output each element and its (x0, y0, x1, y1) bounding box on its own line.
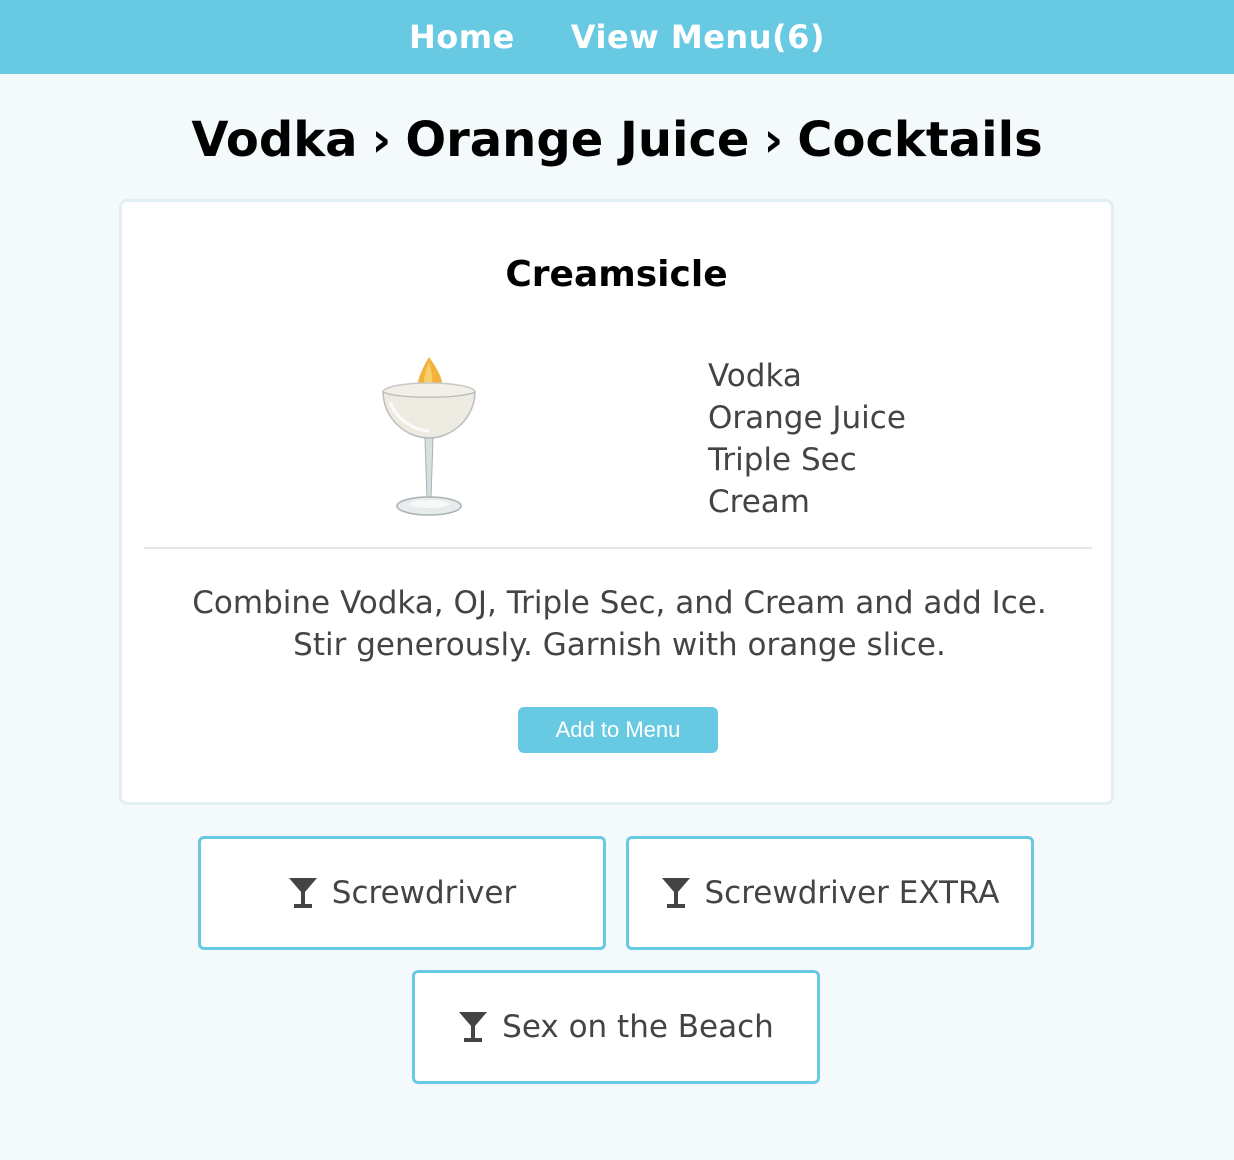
ingredient-item: Cream (708, 484, 810, 520)
top-navbar: Home View Menu(6) (0, 0, 1234, 74)
cocktail-glass-icon (288, 878, 317, 908)
breadcrumb-spirit: Vodka (191, 112, 358, 168)
page-title: Vodka › Orange Juice › Cocktails (0, 112, 1234, 168)
related-cocktail-label: Screwdriver EXTRA (704, 875, 1000, 911)
ingredient-item: Vodka (708, 358, 802, 394)
card-divider (144, 547, 1092, 549)
cocktail-image (382, 357, 476, 516)
cocktail-card: Creamsicle Vodka Orange Juice Triple Sec… (119, 199, 1114, 805)
cocktail-name: Creamsicle (505, 254, 728, 295)
breadcrumb-separator: › (763, 112, 784, 168)
breadcrumb-section: Cocktails (797, 112, 1043, 168)
ingredients-list: Vodka Orange Juice Triple Sec Cream (708, 355, 906, 523)
related-cocktail-button[interactable]: Screwdriver (198, 836, 606, 950)
nav-view-menu-link[interactable]: View Menu(6) (571, 18, 825, 56)
ingredient-item: Orange Juice (708, 400, 906, 436)
related-cocktail-button[interactable]: Sex on the Beach (412, 970, 820, 1084)
cocktail-glass-icon (459, 1012, 488, 1042)
nav-home-link[interactable]: Home (409, 18, 515, 56)
breadcrumb-mixer: Orange Juice (405, 112, 750, 168)
cocktail-glass-icon (661, 878, 690, 908)
cocktail-instructions: Combine Vodka, OJ, Triple Sec, and Cream… (192, 585, 1047, 663)
add-to-menu-button[interactable]: Add to Menu (518, 707, 718, 753)
breadcrumb-separator: › (371, 112, 392, 168)
related-cocktail-button[interactable]: Screwdriver EXTRA (626, 836, 1034, 950)
related-cocktail-label: Sex on the Beach (502, 1009, 774, 1045)
related-cocktail-label: Screwdriver (331, 875, 517, 911)
ingredient-item: Triple Sec (708, 442, 857, 478)
